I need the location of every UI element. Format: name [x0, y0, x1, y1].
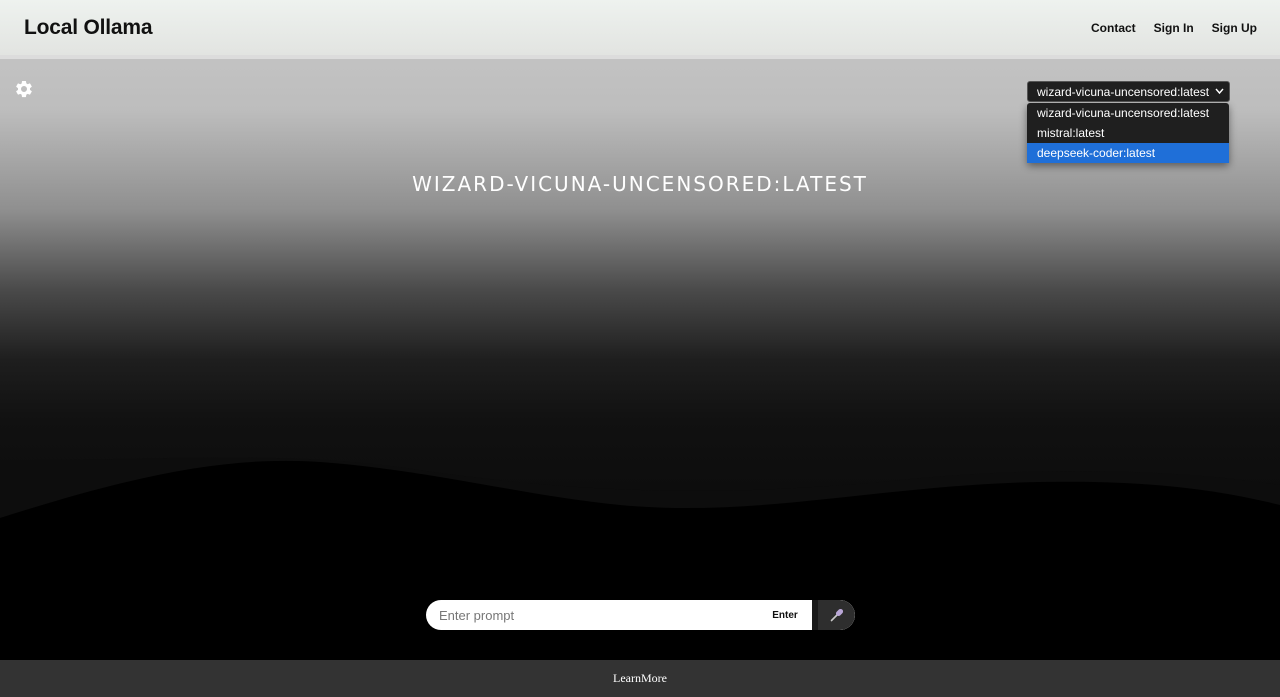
model-select[interactable]: wizard-vicuna-uncensored:latest [1027, 81, 1230, 102]
microphone-button[interactable] [818, 600, 855, 630]
gear-icon[interactable] [14, 79, 34, 99]
enter-button[interactable]: Enter [758, 600, 812, 630]
sign-in-link[interactable]: Sign In [1154, 21, 1194, 35]
nav-links: Contact Sign In Sign Up [1091, 21, 1257, 35]
contact-link[interactable]: Contact [1091, 21, 1136, 35]
prompt-bar: Enter [426, 600, 855, 630]
footer: LearnMore [0, 660, 1280, 697]
model-select-value: wizard-vicuna-uncensored:latest [1037, 84, 1210, 99]
top-navbar: Local Ollama Contact Sign In Sign Up [0, 0, 1280, 55]
header-divider [0, 55, 1280, 59]
model-option[interactable]: wizard-vicuna-uncensored:latest [1027, 103, 1229, 123]
model-option-highlighted[interactable]: deepseek-coder:latest [1027, 143, 1229, 163]
sign-up-link[interactable]: Sign Up [1212, 21, 1257, 35]
model-option[interactable]: mistral:latest [1027, 123, 1229, 143]
learn-more-link[interactable]: LearnMore [613, 671, 667, 686]
model-title: wizard-vicuna-uncensored:latest [412, 172, 868, 196]
brand-title[interactable]: Local Ollama [24, 16, 153, 40]
microphone-icon [830, 608, 843, 622]
model-dropdown-list: wizard-vicuna-uncensored:latest mistral:… [1027, 103, 1229, 163]
prompt-input[interactable] [426, 600, 736, 630]
chevron-down-icon [1215, 85, 1224, 100]
